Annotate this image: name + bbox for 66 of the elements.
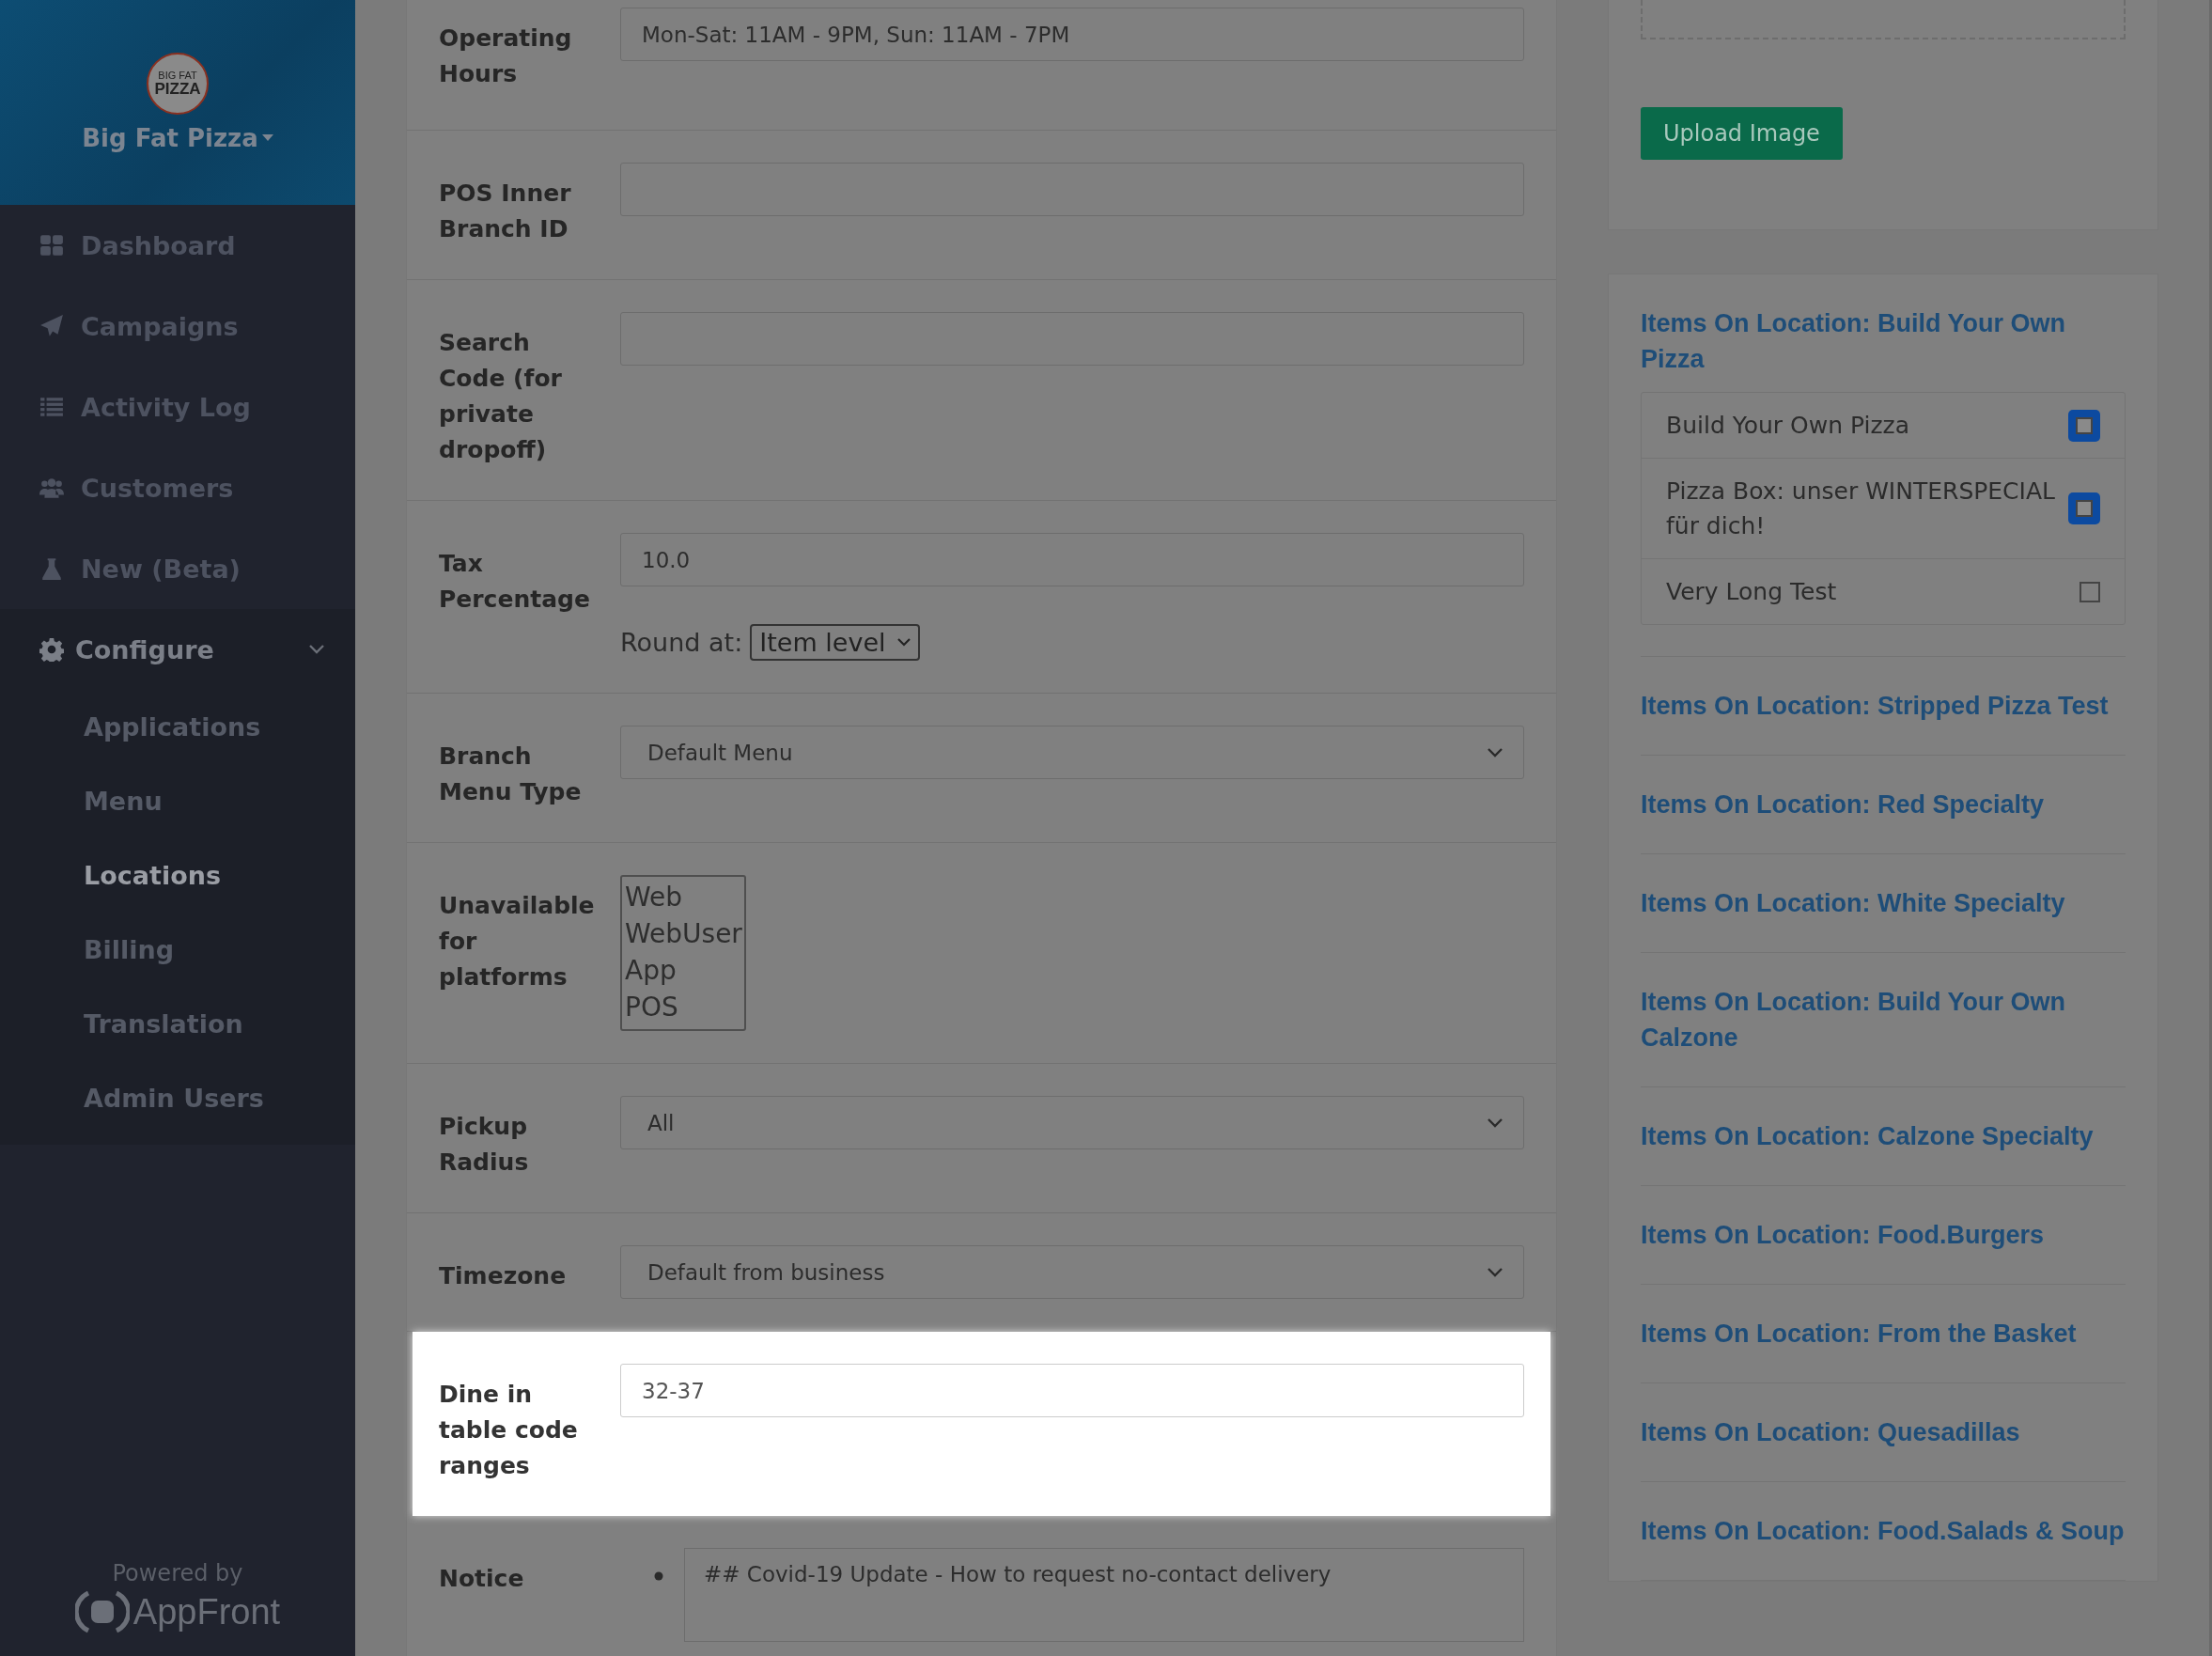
field-label: Unavailable for platforms: [439, 891, 596, 992]
field-label: Branch Menu Type: [439, 742, 583, 807]
list-option[interactable]: Web: [625, 879, 742, 915]
text-field[interactable]: Mon-Sat: 11AM - 9PM, Sun: 11AM - 7PM: [620, 8, 1524, 61]
powered-by-label: Powered by: [112, 1560, 243, 1586]
chevron-icon: [308, 644, 325, 655]
bullet-icon: [654, 1571, 663, 1581]
section-link[interactable]: Items On Location: Red Specialty: [1641, 787, 2126, 822]
notice-textarea[interactable]: ## Covid-19 Update - How to request no-contact delivery: [684, 1548, 1524, 1642]
section-link[interactable]: Items On Location: Quesadillas: [1641, 1414, 2126, 1450]
checkbox[interactable]: [2080, 581, 2100, 602]
section-link[interactable]: Items On Location: Food.Salads & Soup: [1641, 1513, 2126, 1549]
chevron-icon: [1488, 747, 1503, 758]
list-option[interactable]: App: [625, 952, 742, 989]
paper-plane-icon: [39, 314, 64, 338]
round-at-dropdown[interactable]: Item level: [750, 624, 920, 661]
grid-icon: [39, 233, 64, 258]
section-link[interactable]: Items On Location: Food.Burgers: [1641, 1217, 2126, 1253]
submenu-item[interactable]: Billing: [0, 913, 355, 987]
checkbox[interactable]: [2068, 409, 2100, 442]
settings-icon: [39, 637, 64, 662]
users-icon: [39, 476, 64, 500]
brand-dropdown[interactable]: Big Fat Pizza: [82, 124, 273, 152]
brand-logo: BIG FAT PIZZA: [147, 53, 209, 115]
item-label: Very Long Test: [1666, 577, 1837, 607]
field-label: Tax Percentage: [439, 549, 591, 615]
dropdown[interactable]: All: [620, 1096, 1524, 1149]
round-at-label: Round at:: [620, 628, 743, 657]
item-label: Build Your Own Pizza: [1666, 411, 1909, 441]
section-link[interactable]: Items On Location: Calzone Specialty: [1641, 1118, 2126, 1154]
field-label: POS Inner Branch ID: [439, 179, 572, 244]
configure-menu[interactable]: Configure: [0, 609, 355, 690]
chevron-icon: [896, 638, 911, 647]
platform-listbox[interactable]: Web WebUser App POS: [620, 875, 746, 1031]
section-link[interactable]: Items On Location: Build Your Own Pizza: [1641, 305, 2126, 377]
submenu-item[interactable]: Applications: [0, 690, 355, 764]
caret-icon: [261, 134, 273, 142]
section-link[interactable]: Items On Location: From the Basket: [1641, 1316, 2126, 1351]
field-label: Notice: [439, 1564, 525, 1594]
list-icon: [39, 395, 64, 419]
item-label: Pizza Box: unser WINTERSPECIAL für dich!: [1666, 476, 2056, 541]
submenu-item[interactable]: Admin Users: [0, 1061, 355, 1135]
flask-icon: [39, 556, 64, 581]
submenu-item[interactable]: Translation: [0, 987, 355, 1061]
appfront-wordmark: AppFront: [132, 1591, 281, 1633]
field-label: Search Code (for private dropoff): [439, 328, 563, 465]
text-field[interactable]: 10.0: [620, 533, 1524, 586]
field-label: Operating Hours: [439, 23, 573, 89]
field-label: Dine in table code ranges: [439, 1380, 579, 1481]
field-label: Timezone: [439, 1261, 568, 1291]
list-option[interactable]: POS: [625, 989, 742, 1025]
section-link[interactable]: Items On Location: Build Your Own Calzone: [1641, 984, 2126, 1055]
appfront-logo-icon: [74, 1588, 130, 1635]
chevron-icon: [1488, 1267, 1503, 1277]
list-option[interactable]: WebUser: [625, 915, 742, 952]
upload-image-button[interactable]: Upload Image: [1641, 107, 1843, 160]
checkbox[interactable]: [2068, 492, 2100, 524]
text-field[interactable]: 32-37: [620, 1364, 1524, 1417]
dropdown[interactable]: Default Menu: [620, 726, 1524, 779]
dropdown[interactable]: Default from business: [620, 1245, 1524, 1299]
submenu-item[interactable]: Menu: [0, 764, 355, 838]
submenu-item[interactable]: Locations: [0, 838, 355, 913]
section-link[interactable]: Items On Location: White Specialty: [1641, 885, 2126, 921]
field-label: Pickup Radius: [439, 1112, 530, 1178]
section-link[interactable]: Items On Location: Stripped Pizza Test: [1641, 688, 2126, 724]
chevron-icon: [1488, 1117, 1503, 1128]
